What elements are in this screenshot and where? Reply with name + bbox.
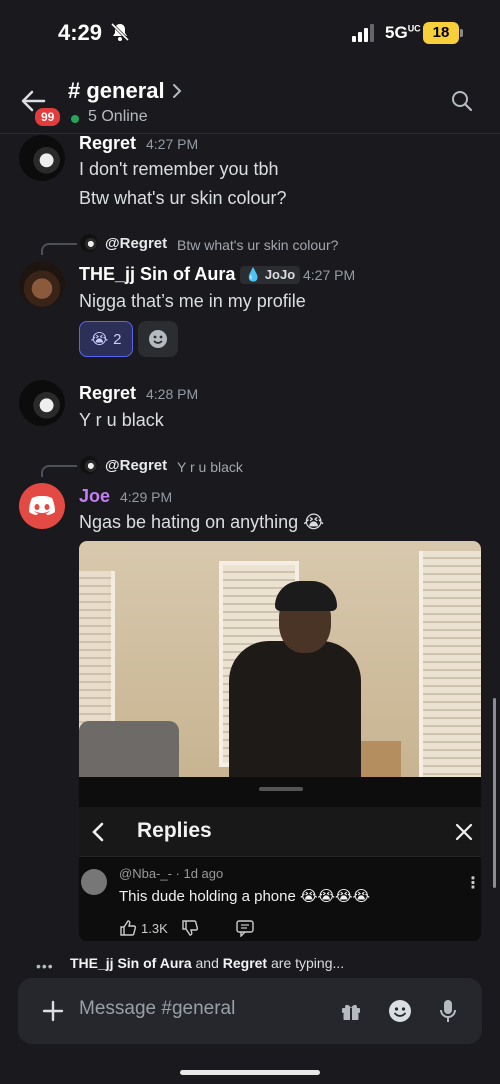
add-reaction-button[interactable] xyxy=(138,321,178,357)
channel-header: 99 # general 5 Online xyxy=(0,68,500,134)
online-status-dot xyxy=(71,115,79,123)
reply-connector xyxy=(41,465,77,477)
reply-comment: This dude holding a phone 😭😭😭😭 xyxy=(119,888,371,905)
plus-icon[interactable] xyxy=(42,1000,64,1022)
sob-emoji: 😭 xyxy=(90,331,109,348)
reply-preview[interactable]: Y r u black xyxy=(177,459,243,475)
thumbs-down-icon xyxy=(182,920,199,936)
chevron-right-icon[interactable] xyxy=(171,82,183,100)
like-count: 1.3K xyxy=(141,921,168,936)
timestamp: 4:28 PM xyxy=(146,386,199,402)
message-text: Ngas be hating on anything 😭 xyxy=(79,512,325,532)
message-text: Y r u black xyxy=(79,410,164,430)
timestamp: 4:27 PM xyxy=(303,267,356,283)
home-indicator[interactable] xyxy=(180,1070,320,1075)
message-input[interactable] xyxy=(79,998,329,1020)
unread-badge: 99 xyxy=(33,106,63,128)
image-attachment[interactable]: Replies @Nba-_- · 1d ago This dude holdi… xyxy=(79,541,481,941)
typing-dots-icon: ••• xyxy=(36,958,54,974)
author-name[interactable]: Regret xyxy=(79,383,136,404)
author-name[interactable]: Regret xyxy=(79,135,136,154)
message-list[interactable]: Regret 4:27 PM I don't remember you tbh … xyxy=(0,135,500,945)
avatar[interactable] xyxy=(19,261,65,307)
typing-indicator: THE_jj Sin of Aura and Regret are typing… xyxy=(70,955,345,971)
replies-screenshot: Replies @Nba-_- · 1d ago This dude holdi… xyxy=(79,777,481,941)
comment-icon xyxy=(236,920,254,937)
reply-username: @Nba-_- · 1d ago xyxy=(119,866,224,881)
reply-preview[interactable]: Btw what's ur skin colour? xyxy=(177,237,338,253)
reply-connector xyxy=(41,243,77,255)
reply-avatar xyxy=(80,234,98,252)
gift-icon[interactable] xyxy=(340,1000,362,1022)
reaction-cry[interactable]: 😭 2 xyxy=(79,321,133,357)
channel-title[interactable]: # general xyxy=(68,78,165,104)
discord-logo-icon xyxy=(29,496,55,515)
avatar xyxy=(81,869,107,895)
microphone-icon[interactable] xyxy=(438,999,458,1023)
reply-avatar xyxy=(80,456,98,474)
role-tag[interactable]: 💧 JoJo xyxy=(240,266,301,284)
signal-icon xyxy=(352,24,374,42)
scrollbar[interactable] xyxy=(493,698,496,888)
replies-title: Replies xyxy=(137,819,212,842)
reaction-count: 2 xyxy=(113,330,122,348)
message-text: Nigga that’s me in my profile xyxy=(79,291,306,311)
avatar[interactable] xyxy=(19,380,65,426)
message-text: I don't remember you tbh xyxy=(79,159,279,179)
clock: 4:29 xyxy=(58,20,103,45)
author-name[interactable]: THE_jj Sin of Aura xyxy=(79,264,235,285)
reply-author[interactable]: @Regret xyxy=(105,235,167,252)
reply-author[interactable]: @Regret xyxy=(105,457,167,474)
avatar[interactable] xyxy=(19,135,65,181)
avatar[interactable] xyxy=(19,483,65,529)
timestamp: 4:29 PM xyxy=(120,489,173,505)
message-text: Btw what's ur skin colour? xyxy=(79,188,287,208)
battery-icon: 18 xyxy=(423,22,463,44)
author-name[interactable]: Joe xyxy=(79,486,110,507)
bell-off-icon xyxy=(110,22,130,42)
photo xyxy=(79,541,481,777)
thumbs-up-icon xyxy=(120,920,137,936)
online-count: 5 Online xyxy=(88,108,148,125)
emoji-icon[interactable] xyxy=(388,999,412,1023)
close-icon xyxy=(455,823,473,841)
drag-handle xyxy=(259,787,303,791)
status-bar: 4:29 5GUC 18 xyxy=(0,0,500,68)
timestamp: 4:27 PM xyxy=(146,136,199,152)
smiley-icon xyxy=(149,330,167,348)
message-composer xyxy=(18,978,482,1044)
replies-header: Replies xyxy=(79,807,481,857)
chevron-left-icon xyxy=(92,822,104,842)
network-label: 5GUC xyxy=(385,23,421,42)
kebab-menu-icon: ⋮ xyxy=(465,875,481,892)
search-icon[interactable] xyxy=(451,90,473,112)
